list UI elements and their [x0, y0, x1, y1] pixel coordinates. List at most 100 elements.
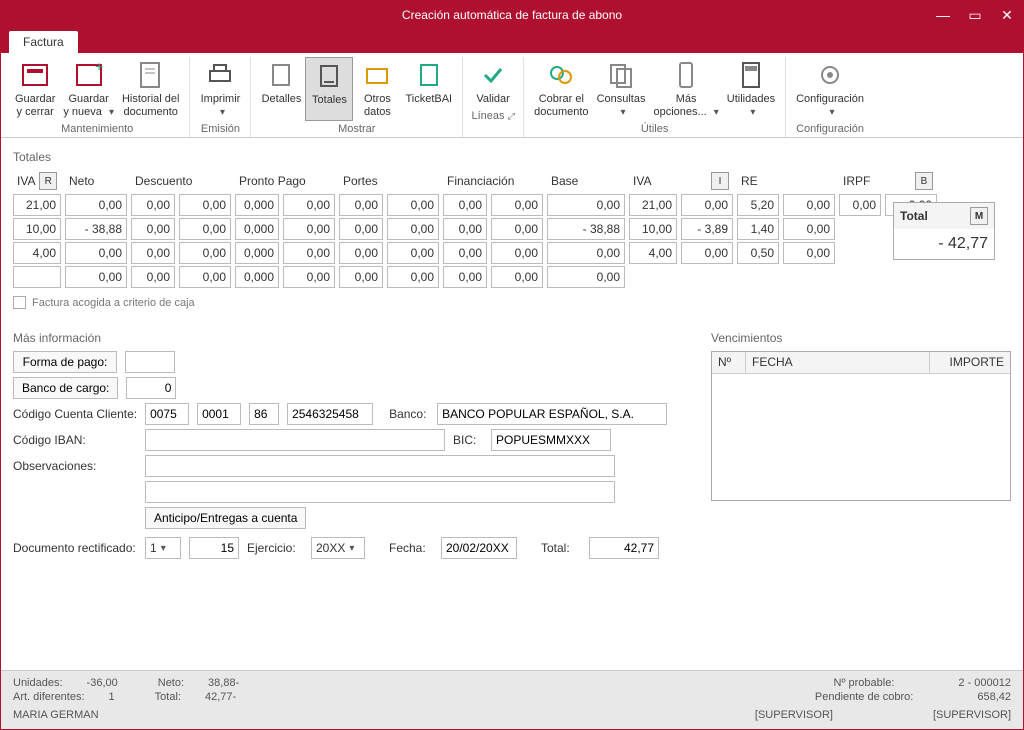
totals-cell[interactable]: 0,00	[783, 218, 835, 240]
vencimientos-table[interactable]: Nº FECHA IMPORTE	[711, 351, 1011, 501]
forma-pago-button[interactable]: Forma de pago:	[13, 351, 117, 373]
configuracion-button[interactable]: Configuración	[792, 57, 868, 121]
banco-input[interactable]	[437, 403, 667, 425]
totals-cell[interactable]: 0,00	[443, 266, 487, 288]
totals-cell[interactable]: 0,00	[547, 266, 625, 288]
totals-cell[interactable]: 0,00	[339, 266, 383, 288]
minimize-button[interactable]: —	[927, 1, 959, 29]
totals-cell[interactable]: 0,00	[443, 218, 487, 240]
b-badge[interactable]: B	[915, 172, 933, 190]
forma-pago-input[interactable]	[125, 351, 175, 373]
ccc-3[interactable]	[249, 403, 279, 425]
totals-cell[interactable]: 0,00	[65, 266, 127, 288]
totals-cell[interactable]: 0,00	[783, 194, 835, 216]
totals-cell[interactable]: 0,00	[387, 266, 439, 288]
totals-cell[interactable]: 0,00	[131, 194, 175, 216]
bic-input[interactable]	[491, 429, 611, 451]
totals-cell[interactable]: 10,00	[13, 218, 61, 240]
totals-cell[interactable]: 5,20	[737, 194, 779, 216]
totals-cell[interactable]: 0,00	[443, 242, 487, 264]
totals-cell[interactable]: 0,00	[339, 194, 383, 216]
totals-cell[interactable]: 0,00	[387, 242, 439, 264]
ccc-4[interactable]	[287, 403, 373, 425]
totals-cell[interactable]: 0,00	[443, 194, 487, 216]
utilidades-button[interactable]: Utilidades	[723, 57, 779, 121]
totals-cell[interactable]: 0,00	[179, 194, 231, 216]
totals-cell[interactable]: 0,00	[491, 266, 543, 288]
factura-caja-checkbox[interactable]	[13, 296, 26, 309]
doc-rect-select[interactable]: 1	[145, 537, 181, 559]
totals-cell[interactable]: 0,00	[131, 242, 175, 264]
totals-cell[interactable]: 0,00	[681, 242, 733, 264]
maximize-button[interactable]: ▭	[959, 1, 991, 29]
r-badge[interactable]: R	[39, 172, 57, 190]
mas-opciones-button[interactable]: Más opciones...	[649, 57, 722, 121]
totals-cell[interactable]: 10,00	[629, 218, 677, 240]
totals-cell[interactable]: - 38,88	[65, 218, 127, 240]
save-new-button[interactable]: + Guardar y nueva	[59, 57, 118, 121]
totals-cell[interactable]: 4,00	[629, 242, 677, 264]
consultas-button[interactable]: Consultas	[593, 57, 650, 121]
totals-cell[interactable]: 0,00	[179, 242, 231, 264]
totals-cell[interactable]: 0,00	[131, 218, 175, 240]
obs-input-2[interactable]	[145, 481, 615, 503]
ticketbai-button[interactable]: TicketBAI	[401, 57, 456, 121]
totals-cell[interactable]: 4,00	[13, 242, 61, 264]
totals-cell[interactable]: 0,00	[65, 194, 127, 216]
iban-input[interactable]	[145, 429, 445, 451]
total-rect-input[interactable]	[589, 537, 659, 559]
history-button[interactable]: Historial del documento	[118, 57, 183, 121]
totals-cell[interactable]	[13, 266, 61, 288]
ccc-1[interactable]	[145, 403, 189, 425]
totals-cell[interactable]: 0,00	[491, 242, 543, 264]
m-badge[interactable]: M	[970, 207, 988, 225]
save-close-button[interactable]: Guardar y cerrar	[11, 57, 59, 121]
banco-cargo-input[interactable]	[126, 377, 176, 399]
totals-cell[interactable]: 21,00	[13, 194, 61, 216]
cobrar-button[interactable]: Cobrar el documento	[530, 57, 592, 121]
totales-button[interactable]: Totales	[305, 57, 353, 121]
totals-cell[interactable]: 0,00	[547, 194, 625, 216]
detalles-button[interactable]: Detalles	[257, 57, 305, 121]
totals-cell[interactable]: 0,000	[235, 194, 279, 216]
banco-cargo-button[interactable]: Banco de cargo:	[13, 377, 118, 399]
totals-cell[interactable]: 0,00	[283, 242, 335, 264]
totals-cell[interactable]: - 38,88	[547, 218, 625, 240]
totals-cell[interactable]: 0,00	[339, 242, 383, 264]
ccc-2[interactable]	[197, 403, 241, 425]
print-button[interactable]: Imprimir	[196, 57, 244, 121]
otros-datos-button[interactable]: Otros datos	[353, 57, 401, 121]
totals-cell[interactable]: 0,00	[491, 194, 543, 216]
totals-cell[interactable]: 0,00	[339, 218, 383, 240]
obs-input-1[interactable]	[145, 455, 615, 477]
totals-cell[interactable]: 0,000	[235, 218, 279, 240]
doc-rect-num[interactable]	[189, 537, 239, 559]
validar-button[interactable]: Validar	[469, 57, 517, 108]
totals-cell[interactable]: 0,00	[179, 218, 231, 240]
totals-cell[interactable]: 0,00	[131, 266, 175, 288]
totals-cell[interactable]: 0,00	[387, 194, 439, 216]
ejercicio-select[interactable]: 20XX	[311, 537, 365, 559]
totals-cell[interactable]: 0,00	[681, 194, 733, 216]
i-badge[interactable]: I	[711, 172, 729, 190]
totals-cell[interactable]: - 3,89	[681, 218, 733, 240]
tab-factura[interactable]: Factura	[9, 31, 78, 53]
totals-cell[interactable]: 1,40	[737, 218, 779, 240]
totals-cell[interactable]: 0,00	[283, 218, 335, 240]
totals-cell[interactable]: 0,00	[839, 194, 881, 216]
totals-cell[interactable]: 0,00	[547, 242, 625, 264]
fecha-input[interactable]	[441, 537, 517, 559]
totals-cell[interactable]: 0,00	[783, 242, 835, 264]
totals-cell[interactable]: 0,00	[283, 194, 335, 216]
totals-cell[interactable]: 0,000	[235, 242, 279, 264]
anticipo-button[interactable]: Anticipo/Entregas a cuenta	[145, 507, 306, 529]
totals-cell[interactable]: 21,00	[629, 194, 677, 216]
totals-cell[interactable]: 0,00	[491, 218, 543, 240]
totals-cell[interactable]: 0,00	[387, 218, 439, 240]
close-button[interactable]: ✕	[991, 1, 1023, 29]
totals-cell[interactable]: 0,00	[283, 266, 335, 288]
totals-cell[interactable]: 0,50	[737, 242, 779, 264]
totals-cell[interactable]: 0,00	[179, 266, 231, 288]
totals-cell[interactable]: 0,000	[235, 266, 279, 288]
totals-cell[interactable]: 0,00	[65, 242, 127, 264]
